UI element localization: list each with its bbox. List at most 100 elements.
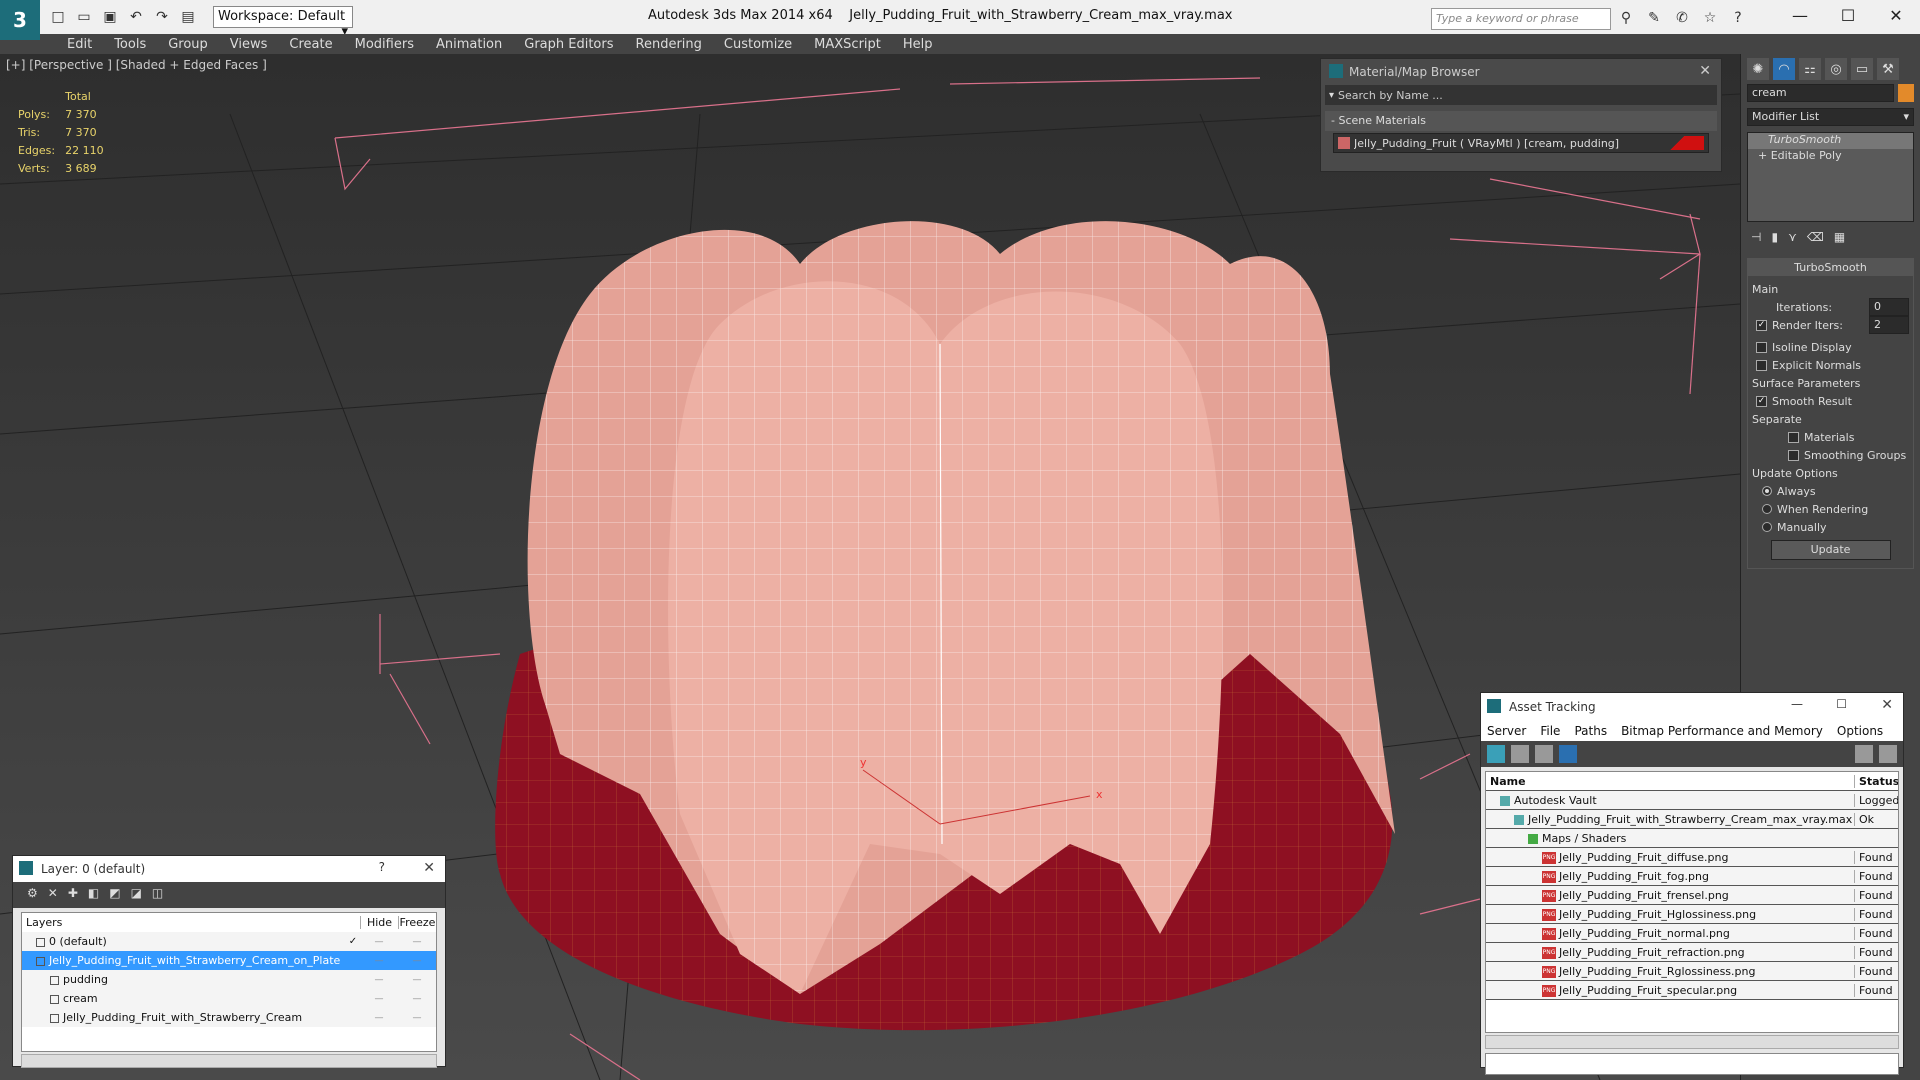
minimize-icon[interactable]: — bbox=[1791, 697, 1803, 711]
menu-customize[interactable]: Customize bbox=[713, 37, 803, 52]
material-search-input[interactable]: Search by Name ... bbox=[1338, 89, 1443, 102]
col-hide-header[interactable]: Hide bbox=[360, 916, 398, 929]
table-row[interactable]: PNG Jelly_Pudding_Fruit_Hglossiness.png Fo… bbox=[1486, 905, 1898, 924]
close-icon[interactable]: ✕ bbox=[1872, 0, 1920, 30]
materials-checkbox[interactable] bbox=[1788, 431, 1799, 443]
hide-toggle[interactable]: — bbox=[360, 1013, 398, 1023]
menu-edit[interactable]: Edit bbox=[56, 37, 103, 52]
table-row[interactable]: PNG Jelly_Pudding_Fruit_specular.png Found bbox=[1486, 981, 1898, 1000]
object-color-swatch[interactable] bbox=[1898, 84, 1914, 102]
hide-toggle[interactable]: — bbox=[360, 937, 398, 947]
menu-views[interactable]: Views bbox=[219, 37, 279, 52]
binoculars-icon[interactable]: ⚲ bbox=[1615, 8, 1637, 28]
table-row[interactable]: Maps / Shaders bbox=[1486, 829, 1898, 848]
update-button[interactable]: Update bbox=[1770, 540, 1891, 560]
at-menu-file[interactable]: File bbox=[1540, 724, 1560, 738]
freeze-all-icon[interactable]: ◫ bbox=[152, 886, 163, 904]
workspace-dropdown[interactable]: Workspace: Default ▾ bbox=[213, 6, 353, 39]
viewport-label[interactable]: [+] [Perspective ] [Shaded + Edged Faces… bbox=[6, 58, 267, 72]
close-icon[interactable]: ✕ bbox=[1881, 697, 1893, 713]
render-iters-spinner[interactable]: 2 bbox=[1869, 316, 1909, 334]
app-logo-icon[interactable]: 3 bbox=[0, 0, 40, 40]
thumbnail-view-icon[interactable] bbox=[1535, 745, 1553, 763]
current-layer-check-icon[interactable]: ✓ bbox=[346, 936, 360, 947]
hierarchy-tab-icon[interactable]: ⚏ bbox=[1799, 58, 1821, 80]
explicit-normals-checkbox[interactable] bbox=[1756, 359, 1767, 371]
freeze-toggle[interactable]: — bbox=[398, 937, 436, 947]
freeze-toggle[interactable]: — bbox=[398, 1013, 436, 1023]
project-folder-icon[interactable]: ▤ bbox=[178, 7, 198, 27]
freeze-toggle[interactable]: — bbox=[398, 956, 436, 966]
help-icon[interactable]: ? bbox=[379, 860, 385, 874]
always-radio[interactable] bbox=[1762, 486, 1772, 496]
refresh-icon[interactable] bbox=[1487, 745, 1505, 763]
show-end-result-icon[interactable]: ▮ bbox=[1771, 230, 1778, 244]
redo-icon[interactable]: ↷ bbox=[152, 7, 172, 27]
hide-toggle[interactable]: — bbox=[360, 956, 398, 966]
table-row[interactable]: PNG Jelly_Pudding_Fruit_diffuse.png Found bbox=[1486, 848, 1898, 867]
table-row[interactable]: PNG Jelly_Pudding_Fruit_normal.png Found bbox=[1486, 924, 1898, 943]
chevron-down-icon[interactable]: ▾ bbox=[1329, 90, 1334, 101]
help-icon[interactable] bbox=[1855, 745, 1873, 763]
hide-all-icon[interactable]: ◪ bbox=[131, 886, 142, 904]
menu-animation[interactable]: Animation bbox=[425, 37, 513, 52]
undo-icon[interactable]: ↶ bbox=[126, 7, 146, 27]
pin-stack-icon[interactable]: ⊣ bbox=[1751, 230, 1761, 244]
subscription-icon[interactable]: ✎ bbox=[1643, 8, 1665, 28]
make-unique-icon[interactable]: ⋎ bbox=[1788, 230, 1797, 244]
at-menu-bitmap[interactable]: Bitmap Performance and Memory bbox=[1621, 724, 1823, 738]
layer-row[interactable]: Jelly_Pudding_Fruit_with_Strawberry_Crea… bbox=[22, 1008, 436, 1027]
search-input[interactable]: Type a keyword or phrase bbox=[1431, 8, 1611, 30]
layer-row[interactable]: Jelly_Pudding_Fruit_with_Strawberry_Crea… bbox=[22, 951, 436, 970]
layer-row[interactable]: pudding — — bbox=[22, 970, 436, 989]
col-status-header[interactable]: Status bbox=[1854, 774, 1898, 788]
table-row[interactable]: PNG Jelly_Pudding_Fruit_frensel.png Found bbox=[1486, 886, 1898, 905]
save-icon[interactable]: ▣ bbox=[100, 7, 120, 27]
list-view-icon[interactable] bbox=[1511, 745, 1529, 763]
hide-toggle[interactable]: — bbox=[360, 975, 398, 985]
layer-horizontal-scrollbar[interactable] bbox=[21, 1054, 437, 1068]
scene-materials-section[interactable]: - Scene Materials bbox=[1325, 111, 1717, 131]
object-name-field[interactable]: cream bbox=[1747, 84, 1894, 102]
table-row[interactable]: Autodesk Vault Logged bbox=[1486, 791, 1898, 810]
add-to-layer-icon[interactable]: ✚ bbox=[68, 886, 78, 904]
at-menu-options[interactable]: Options bbox=[1837, 724, 1883, 738]
isoline-checkbox[interactable] bbox=[1756, 341, 1767, 353]
minimize-icon[interactable]: — bbox=[1776, 0, 1824, 30]
select-in-layer-icon[interactable]: ◧ bbox=[88, 886, 99, 904]
menu-tools[interactable]: Tools bbox=[103, 37, 157, 52]
communication-icon[interactable]: ✆ bbox=[1671, 8, 1693, 28]
at-menu-server[interactable]: Server bbox=[1487, 724, 1526, 738]
close-icon[interactable]: ✕ bbox=[1699, 63, 1711, 79]
menu-help[interactable]: Help bbox=[892, 37, 944, 52]
new-layer-icon[interactable]: ⚙ bbox=[27, 886, 38, 904]
menu-modifiers[interactable]: Modifiers bbox=[344, 37, 425, 52]
menu-create[interactable]: Create bbox=[278, 37, 343, 52]
manually-radio[interactable] bbox=[1762, 522, 1772, 532]
rollout-title[interactable]: TurboSmooth bbox=[1748, 259, 1913, 276]
hide-toggle[interactable]: — bbox=[360, 994, 398, 1004]
table-row[interactable]: Jelly_Pudding_Fruit_with_Strawberry_Crea… bbox=[1486, 810, 1898, 829]
open-file-icon[interactable]: ▭ bbox=[74, 7, 94, 27]
modifier-list-dropdown[interactable]: Modifier List ▾ bbox=[1747, 108, 1914, 126]
at-menu-paths[interactable]: Paths bbox=[1574, 724, 1607, 738]
configure-sets-icon[interactable]: ▦ bbox=[1834, 230, 1845, 244]
stack-item-editable-poly[interactable]: + Editable Poly bbox=[1748, 149, 1913, 165]
menu-maxscript[interactable]: MAXScript bbox=[803, 37, 892, 52]
utilities-tab-icon[interactable]: ⚒ bbox=[1877, 58, 1899, 80]
freeze-toggle[interactable]: — bbox=[398, 975, 436, 985]
close-icon[interactable]: ✕ bbox=[423, 860, 435, 876]
motion-tab-icon[interactable]: ◎ bbox=[1825, 58, 1847, 80]
smoothing-groups-checkbox[interactable] bbox=[1788, 449, 1799, 461]
maximize-icon[interactable]: ☐ bbox=[1836, 697, 1847, 711]
layer-row[interactable]: 0 (default) ✓ — — bbox=[22, 932, 436, 951]
create-tab-icon[interactable]: ✺ bbox=[1747, 58, 1769, 80]
context-help-icon[interactable] bbox=[1879, 745, 1897, 763]
table-view-icon[interactable] bbox=[1559, 745, 1577, 763]
smooth-result-checkbox[interactable]: ✓ bbox=[1756, 395, 1767, 407]
table-row[interactable]: PNG Jelly_Pudding_Fruit_Rglossiness.png Fo… bbox=[1486, 962, 1898, 981]
menu-rendering[interactable]: Rendering bbox=[625, 37, 713, 52]
freeze-toggle[interactable]: — bbox=[398, 994, 436, 1004]
col-name-header[interactable]: Name bbox=[1486, 775, 1854, 788]
table-row[interactable]: PNG Jelly_Pudding_Fruit_fog.png Found bbox=[1486, 867, 1898, 886]
